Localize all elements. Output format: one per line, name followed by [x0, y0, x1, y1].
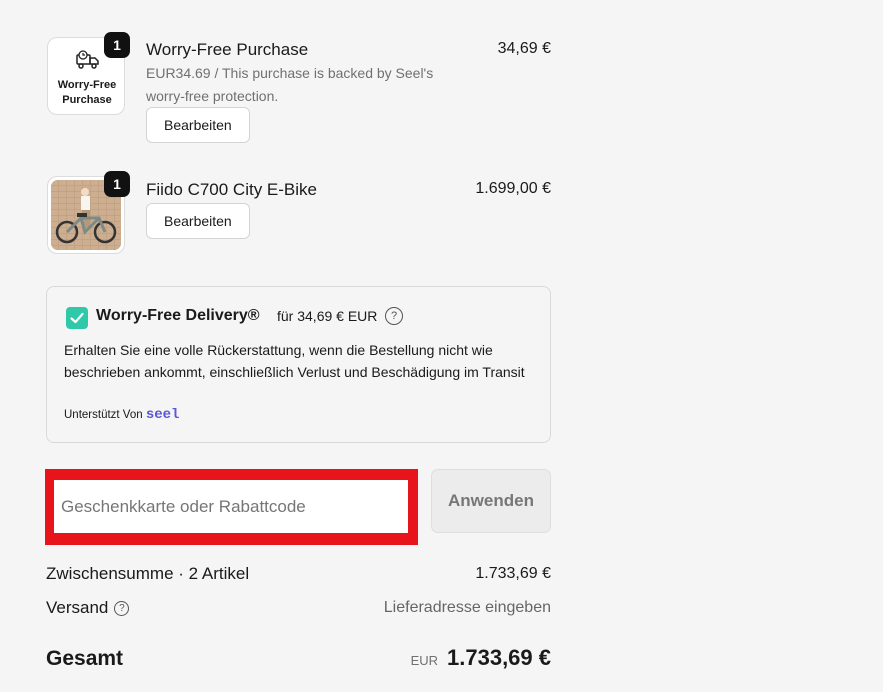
discount-code-input[interactable] [54, 480, 408, 533]
item-subtitle: EUR34.69 / This purchase is backed by Se… [146, 65, 434, 104]
currency-code: EUR [410, 653, 439, 668]
worry-free-purchase-thumbnail: Worry-Free Purchase 1 [47, 32, 130, 115]
seel-description: Erhalten Sie eine volle Rückerstattung, … [64, 342, 525, 380]
quantity-badge: 1 [104, 32, 130, 58]
seel-title: Worry-Free Delivery® [96, 307, 260, 324]
item-price: 1.699,00 € [475, 180, 551, 197]
delivery-truck-icon [76, 50, 100, 70]
subtotal-label: Zwischensumme · 2 Artikel [46, 564, 250, 583]
checkmark-icon [70, 312, 84, 324]
thumbnail-text: Worry-Free Purchase [57, 79, 117, 106]
shipping-value: Lieferadresse eingeben [383, 599, 551, 616]
edit-button[interactable]: Bearbeiten [146, 203, 250, 239]
subtotal-value: 1.733,69 € [475, 565, 551, 582]
e-bike-thumbnail: 1 [47, 171, 130, 254]
total-amount-group: EUR 1.733,69 € [411, 645, 551, 671]
seel-powered-by: Unterstützt Von seel [64, 407, 180, 423]
item-price: 34,69 € [497, 40, 551, 57]
total-label: Gesamt [46, 647, 124, 670]
item-title: Fiido C700 City E-Bike [146, 180, 318, 199]
edit-button[interactable]: Bearbeiten [146, 107, 250, 143]
item-title: Worry-Free Purchase [146, 40, 309, 59]
shipping-row: Versand? [46, 598, 130, 618]
help-icon[interactable]: ? [385, 307, 403, 325]
total-amount: 1.733,69 € [447, 645, 551, 670]
quantity-badge: 1 [104, 171, 130, 197]
help-icon[interactable]: ? [114, 601, 130, 616]
worry-free-delivery-checkbox[interactable] [66, 307, 88, 329]
seel-price: für 34,69 € EUR [277, 308, 378, 324]
apply-discount-button[interactable]: Anwenden [431, 469, 551, 533]
worry-free-delivery-box: Worry-Free Delivery® für 34,69 € EUR ? E… [46, 286, 551, 443]
shipping-label: Versand [46, 598, 109, 617]
seel-logo: seel [145, 407, 180, 423]
